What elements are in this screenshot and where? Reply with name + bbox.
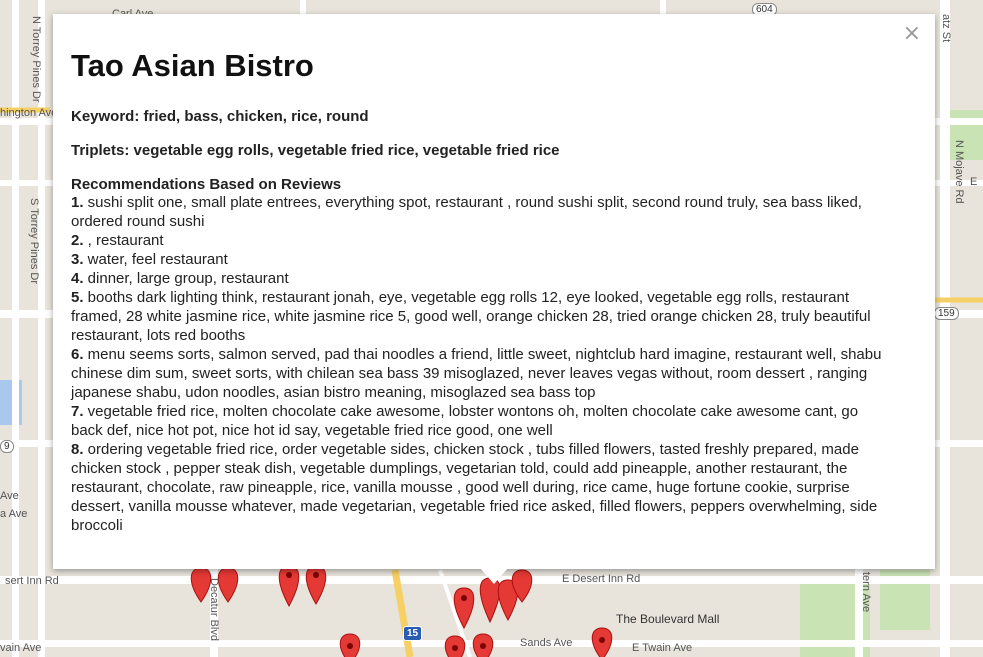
recommendation-number: 6. <box>71 346 84 363</box>
recommendation-text: booths dark lighting think, restaurant j… <box>71 289 871 344</box>
recommendation-number: 8. <box>71 441 84 458</box>
map-label-decatur: Decatur Blvd <box>208 578 220 641</box>
recommendation-text: ordering vegetable fried rice, order veg… <box>71 441 878 534</box>
route-shield-9: 9 <box>0 440 14 453</box>
map-label-boulevard-mall: The Boulevard Mall <box>616 612 720 626</box>
recommendation-item: 1. sushi split one, small plate entrees,… <box>71 193 891 231</box>
recommendation-number: 1. <box>71 194 84 211</box>
recommendation-text: sushi split one, small plate entrees, ev… <box>71 194 862 230</box>
info-window-content: Tao Asian Bistro Keyword: fried, bass, c… <box>71 48 891 535</box>
close-icon[interactable]: × <box>903 22 921 46</box>
map-label-washington-ave: hington Ave <box>0 107 58 119</box>
recommendation-item: 8. ordering vegetable fried rice, order … <box>71 440 891 535</box>
recommendation-item: 2. , restaurant <box>71 231 891 250</box>
recommendation-item: 4. dinner, large group, restaurant <box>71 269 891 288</box>
route-shield-i15: 15 <box>403 626 423 641</box>
recommendation-item: 5. booths dark lighting think, restauran… <box>71 288 891 345</box>
triplets-line: Triplets: vegetable egg rolls, vegetable… <box>71 142 560 159</box>
recommendation-item: 3. water, feel restaurant <box>71 250 891 269</box>
recommendations-title: Recommendations Based on Reviews <box>71 176 342 193</box>
map-label-atz-st: atz St <box>940 14 952 43</box>
recommendation-number: 4. <box>71 270 84 287</box>
map-label-sands-ave: Sands Ave <box>520 637 573 649</box>
recommendation-text: menu seems sorts, salmon served, pad tha… <box>71 346 882 401</box>
recommendation-text: , restaurant <box>83 232 164 249</box>
recommendation-number: 3. <box>71 251 84 268</box>
map-label-n-mojave: N Mojave Rd <box>953 140 965 204</box>
map-label-ave-2: a Ave <box>0 508 28 520</box>
recommendation-number: 7. <box>71 403 84 420</box>
info-window-tail <box>480 568 508 584</box>
map-label-e: E <box>970 176 978 188</box>
map-label-s-torrey-pines: S Torrey Pines Dr <box>28 198 40 284</box>
map-label-e-desert-inn: E Desert Inn Rd <box>562 573 641 585</box>
recommendation-number: 2. <box>71 232 84 249</box>
restaurant-title: Tao Asian Bistro <box>71 48 314 83</box>
map-label-desert-inn-left: sert Inn Rd <box>5 575 59 587</box>
route-shield-159: 159 <box>934 307 959 320</box>
recommendation-text: vegetable fried rice, molten chocolate c… <box>71 403 859 439</box>
recommendation-item: 6. menu seems sorts, salmon served, pad … <box>71 345 891 402</box>
keyword-line: Keyword: fried, bass, chicken, rice, rou… <box>71 108 369 125</box>
map-label-eastern-ave: tern Ave <box>860 572 872 613</box>
recommendation-item: 7. vegetable fried rice, molten chocolat… <box>71 402 891 440</box>
map-label-n-torrey-pines: N Torrey Pines Dr <box>30 16 42 103</box>
map-label-twain-right: E Twain Ave <box>632 642 693 654</box>
info-window: × Tao Asian Bistro Keyword: fried, bass,… <box>53 14 935 569</box>
map-label-twain-left: vain Ave <box>0 642 42 654</box>
map-label-ave-1: Ave <box>0 490 19 502</box>
recommendation-text: dinner, large group, restaurant <box>83 270 289 287</box>
recommendations-list: 1. sushi split one, small plate entrees,… <box>71 193 891 535</box>
recommendation-number: 5. <box>71 289 84 306</box>
recommendation-text: water, feel restaurant <box>83 251 228 268</box>
